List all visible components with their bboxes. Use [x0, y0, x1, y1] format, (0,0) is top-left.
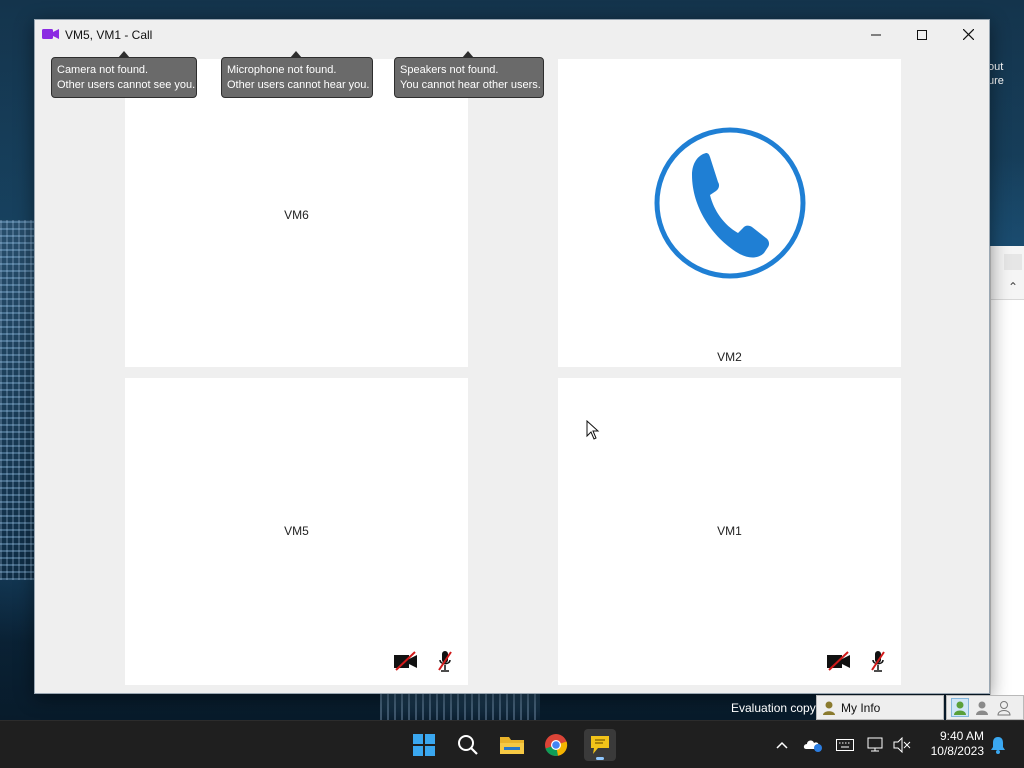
chat-app-button[interactable] [584, 729, 616, 761]
background-text-line2: ure [988, 75, 1004, 87]
call-window: VM5, VM1 - Call VM6 VM2 VM5 VM1 Camera n… [34, 19, 990, 694]
phone-icon [654, 127, 806, 279]
clock-time: 9:40 AM [939, 729, 984, 743]
evaluation-copy-label: Evaluation copy [731, 701, 816, 715]
participant-tile-vm6[interactable]: VM6 [125, 59, 468, 367]
participant-tile-vm5[interactable]: VM5 [125, 378, 468, 685]
wallpaper-city-bottom [380, 694, 540, 720]
tooltip-line: You cannot hear other users. [400, 79, 541, 91]
file-explorer-button[interactable] [496, 729, 528, 761]
microphone-off-icon[interactable] [437, 650, 453, 672]
my-info-button[interactable]: My Info [816, 695, 944, 720]
network-tray-button[interactable] [864, 733, 888, 757]
user-away-icon [976, 701, 988, 715]
keyboard-icon [836, 739, 854, 751]
chat-app-icon [591, 736, 609, 754]
taskbar: 9:40 AM 10/8/2023 [0, 720, 1024, 768]
participant-tile-vm2[interactable]: VM2 [558, 59, 901, 367]
volume-muted-icon [893, 737, 911, 753]
camera-off-icon[interactable] [826, 651, 852, 671]
search-icon [458, 735, 478, 755]
participant-name: VM2 [717, 350, 742, 364]
onedrive-tray-button[interactable] [801, 733, 825, 757]
status-icons [946, 695, 1024, 720]
background-window-text: out ure [988, 60, 1004, 88]
status-online-button[interactable] [951, 698, 969, 717]
start-button[interactable] [408, 729, 440, 761]
notifications-button[interactable] [986, 733, 1010, 757]
background-window[interactable]: ⌃ [990, 246, 1024, 720]
speakers-warning-tooltip: Speakers not found. You cannot hear othe… [394, 51, 544, 98]
volume-tray-button[interactable] [890, 733, 914, 757]
active-app-indicator [596, 757, 604, 760]
camera-warning-tooltip: Camera not found. Other users cannot see… [51, 51, 197, 98]
search-button[interactable] [452, 729, 484, 761]
participant-name: VM6 [284, 208, 309, 222]
mouse-cursor-icon [586, 420, 600, 440]
video-camera-icon [42, 29, 59, 39]
wallpaper-city-left [0, 220, 34, 580]
maximize-icon [917, 29, 927, 40]
clock[interactable]: 9:40 AM 10/8/2023 [920, 729, 984, 759]
show-hidden-icons-button[interactable] [770, 733, 794, 757]
tooltip-line: Speakers not found. [400, 64, 499, 76]
keyboard-tray-button[interactable] [833, 733, 857, 757]
tooltip-line: Microphone not found. [227, 64, 337, 76]
background-window-toolbar: ⌃ [991, 246, 1024, 300]
close-icon [962, 29, 974, 40]
background-window-button[interactable] [1004, 254, 1022, 270]
status-offline-button[interactable] [995, 698, 1013, 717]
minimize-button[interactable] [853, 20, 899, 49]
participant-name: VM5 [284, 524, 309, 538]
bell-icon [991, 737, 1005, 754]
window-title: VM5, VM1 - Call [65, 28, 153, 42]
close-button[interactable] [945, 20, 991, 49]
clock-date: 10/8/2023 [930, 744, 984, 758]
windows-start-icon [413, 734, 435, 756]
chevron-up-icon[interactable]: ⌃ [1008, 280, 1018, 294]
participant-name: VM1 [717, 524, 742, 538]
user-online-icon [954, 701, 966, 715]
folder-icon [500, 737, 524, 754]
user-offline-icon [997, 700, 1011, 715]
microphone-warning-tooltip: Microphone not found. Other users cannot… [221, 51, 373, 98]
chrome-button[interactable] [540, 729, 572, 761]
tooltip-line: Camera not found. [57, 64, 149, 76]
tooltip-line: Other users cannot hear you. [227, 79, 370, 91]
minimize-icon [871, 34, 881, 35]
maximize-button[interactable] [899, 20, 945, 49]
tooltip-line: Other users cannot see you. [57, 79, 196, 91]
user-icon [823, 701, 835, 715]
title-bar[interactable]: VM5, VM1 - Call [35, 20, 989, 49]
background-text-line1: out [988, 61, 1004, 73]
onedrive-icon [803, 740, 822, 752]
status-away-button[interactable] [973, 698, 991, 717]
my-info-label: My Info [841, 700, 881, 715]
camera-off-icon[interactable] [393, 651, 419, 671]
chrome-icon [545, 734, 568, 756]
participant-tile-vm1[interactable]: VM1 [558, 378, 901, 685]
chevron-up-icon [776, 741, 788, 749]
network-icon [867, 737, 883, 752]
microphone-off-icon[interactable] [870, 650, 886, 672]
